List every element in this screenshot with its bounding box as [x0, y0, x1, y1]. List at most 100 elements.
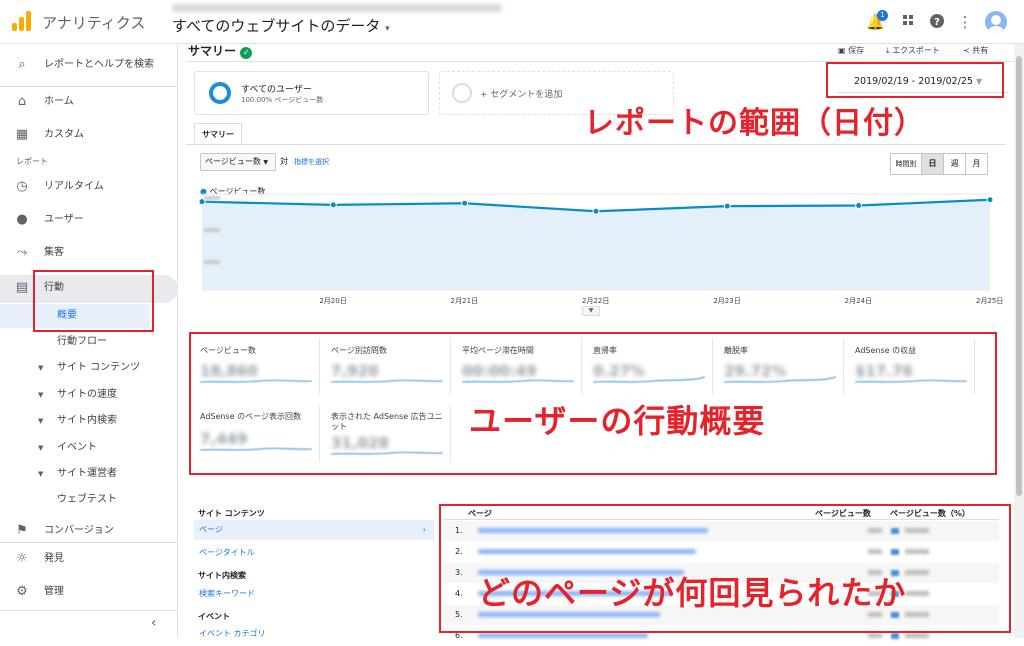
sidebar-item-acquisition[interactable]: ⤳ 集客	[0, 240, 178, 266]
sidebar-subitem-experiments[interactable]: ウェブテスト	[0, 489, 178, 511]
chart-expand-handle[interactable]: ▼	[582, 306, 600, 316]
site-content-heading: サイト コンテンツ	[198, 509, 265, 518]
sidebar-item-user[interactable]: ● ユーザー	[0, 207, 178, 233]
sidebar-search[interactable]: ⌕ レポートとヘルプを検索	[0, 52, 178, 78]
lightbulb-icon: ☼	[16, 551, 28, 566]
sidebar-item-conversions[interactable]: ⚑ コンバージョン	[0, 518, 178, 544]
flag-icon: ⚑	[16, 523, 28, 538]
help-icon[interactable]: ?	[928, 13, 946, 31]
add-segment-label: + セグメントを追加	[480, 90, 563, 100]
sidebar-item-home[interactable]: ⌂ ホーム	[0, 89, 178, 115]
vs-label: 対	[280, 157, 288, 166]
annotation-behavior-overview: ユーザーの行動概要	[469, 402, 766, 440]
annotation-pages-viewed: どのページが何回見られたか	[478, 574, 907, 612]
list-item-search-keyword[interactable]: 検索キーワード	[199, 588, 255, 599]
behavior-icon: ▤	[15, 280, 29, 295]
tab-summary[interactable]: サマリー	[194, 123, 242, 145]
property-selector[interactable]: すべてのウェブサイトのデータ ▾	[172, 15, 390, 36]
dashboard-icon: ▦	[15, 127, 29, 142]
x-tick-label: 2月21日	[451, 297, 478, 305]
verified-check-icon: ✓	[240, 47, 253, 59]
search-label: レポートとヘルプを検索	[44, 59, 154, 70]
x-tick-label: 2月20日	[319, 297, 346, 305]
apps-grid-icon[interactable]	[899, 13, 917, 31]
scrollbar-thumb[interactable]	[1016, 56, 1022, 496]
expand-triangle-icon: ▼	[38, 364, 44, 372]
x-tick-label: 2月25日	[976, 297, 1003, 305]
sidebar-item-realtime[interactable]: ◷ リアルタイム	[0, 174, 178, 200]
granularity-hourly[interactable]: 時間別	[890, 153, 922, 175]
caret-down-icon: ▾	[385, 24, 390, 34]
segment-card-all-users[interactable]: すべてのユーザー 100.00% ページビュー数	[194, 71, 429, 115]
sidebar-item-custom[interactable]: ▦ カスタム	[0, 122, 178, 148]
site-speed-label: サイトの速度	[57, 389, 117, 400]
segment-ring-icon	[209, 82, 231, 104]
metric-dropdown[interactable]: ページビュー数 ▼	[200, 153, 276, 171]
reports-section-label: レポート	[16, 157, 48, 166]
annotation-box-date-range	[826, 62, 1004, 98]
home-label: ホーム	[44, 96, 74, 107]
home-icon: ⌂	[17, 94, 27, 109]
granularity-week[interactable]: 週	[944, 153, 966, 175]
data-point[interactable]	[986, 196, 994, 204]
list-item-event-category[interactable]: イベント カテゴリ	[199, 628, 266, 639]
behavior-flow-label: 行動フロー	[57, 336, 107, 347]
user-label: ユーザー	[44, 214, 84, 225]
sidebar-item-discover[interactable]: ☼ 発見	[0, 546, 178, 572]
custom-label: カスタム	[44, 129, 84, 140]
experiments-label: ウェブテスト	[57, 494, 117, 505]
list-item-page[interactable]: ページ ›	[194, 520, 434, 540]
data-point[interactable]	[592, 207, 600, 215]
line-chart[interactable]: 2月20日 2月21日 2月22日 2月23日 2月24日 2月25日	[194, 192, 1006, 314]
realtime-label: リアルタイム	[44, 181, 104, 192]
expand-triangle-icon: ▼	[38, 417, 44, 425]
segment-name: すべてのユーザー	[241, 85, 312, 95]
collapse-sidebar-icon[interactable]: ‹	[151, 615, 157, 631]
granularity-day[interactable]: 日	[922, 153, 944, 175]
sidebar-subitem-publisher[interactable]: ▼ サイト運営者	[0, 463, 178, 485]
metric-dropdown-value: ページビュー数	[205, 157, 261, 166]
y-tick-label	[204, 260, 220, 264]
admin-label: 管理	[44, 586, 64, 597]
data-point[interactable]	[855, 202, 863, 210]
export-label: エクスポート	[892, 46, 940, 55]
segment-subtitle: 100.00% ページビュー数	[241, 96, 324, 104]
conversions-label: コンバージョン	[44, 525, 114, 536]
search-icon: ⌕	[18, 57, 26, 72]
sidebar-subitem-events[interactable]: ▼ イベント	[0, 437, 178, 459]
annotation-box-behavior-overview	[33, 270, 154, 332]
sidebar-subitem-behavior-flow[interactable]: 行動フロー	[0, 331, 178, 353]
data-point[interactable]	[461, 199, 469, 207]
share-button[interactable]: ≺ 共有	[963, 45, 988, 56]
avatar[interactable]	[985, 11, 1007, 33]
row-pct	[905, 633, 929, 638]
sidebar-subitem-site-content[interactable]: ▼ サイト コンテンツ	[0, 357, 178, 379]
page-title: サマリー ✓	[188, 42, 253, 59]
expand-triangle-icon: ▼	[38, 391, 44, 399]
x-tick-label: 2月24日	[845, 297, 872, 305]
list-item-page-title[interactable]: ページタイトル	[199, 547, 255, 558]
share-label: 共有	[972, 46, 989, 55]
app-name: アナリティクス	[42, 14, 146, 32]
granularity-toggle: 時間別 日 週 月	[890, 153, 990, 175]
granularity-month[interactable]: 月	[966, 153, 988, 175]
export-button[interactable]: ⤓ エクスポート	[886, 45, 940, 56]
save-label: 保存	[848, 46, 865, 55]
sidebar-item-admin[interactable]: ⚙ 管理	[0, 579, 178, 605]
page-title-text: サマリー	[188, 44, 237, 58]
select-metric-link[interactable]: 指標を選択	[294, 157, 329, 167]
account-breadcrumb[interactable]	[172, 4, 502, 12]
site-search-heading: サイト内検索	[198, 571, 246, 580]
more-vert-icon[interactable]: ⋮	[956, 13, 974, 31]
sidebar-subitem-site-speed[interactable]: ▼ サイトの速度	[0, 384, 178, 406]
analytics-logo[interactable]	[12, 11, 32, 31]
data-point[interactable]	[723, 202, 731, 210]
sidebar-subitem-site-search[interactable]: ▼ サイト内検索	[0, 410, 178, 432]
events-label: イベント	[57, 442, 97, 453]
data-point[interactable]	[329, 201, 337, 209]
save-button[interactable]: ▣ 保存	[838, 45, 864, 56]
row-page-path[interactable]	[478, 633, 648, 638]
expand-triangle-icon: ▼	[38, 470, 44, 478]
sidebar: ⌕ レポートとヘルプを検索 ⌂ ホーム ▦ カスタム レポート ◷ リアルタイム ● ユー…	[0, 44, 178, 638]
caret-down-icon: ▼	[263, 159, 269, 166]
